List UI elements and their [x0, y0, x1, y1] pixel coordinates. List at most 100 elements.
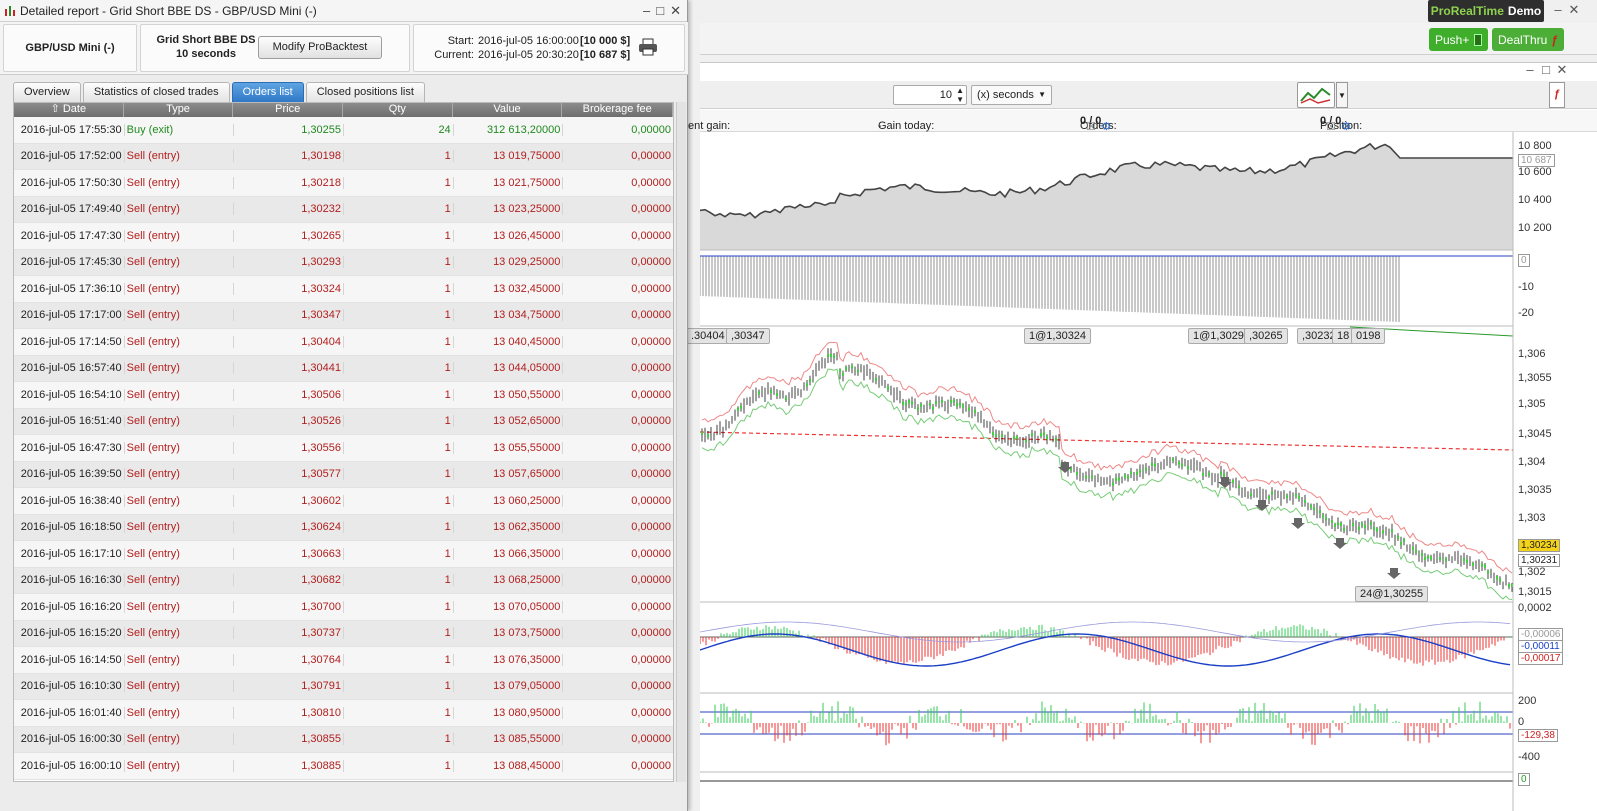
column-header-qty[interactable]: Qty — [343, 103, 453, 117]
candle-body — [1466, 560, 1468, 563]
chart-close-icon[interactable]: ✕ — [1555, 63, 1569, 77]
candle-body — [1403, 538, 1405, 542]
order-label-chip[interactable]: 1@1,30324 — [1024, 328, 1092, 344]
table-row[interactable]: 2016-jul-05 16:18:50 Sell (entry) 1,30624 1… — [14, 514, 673, 541]
candle-body — [1481, 563, 1483, 567]
table-row[interactable]: 2016-jul-05 16:00:30 Sell (entry) 1,30855 1… — [14, 726, 673, 753]
table-row[interactable]: 2016-jul-05 17:17:00 Sell (entry) 1,30347 1… — [14, 302, 673, 329]
order-label-chip[interactable]: .30404 — [686, 328, 730, 344]
report-header: GBP/USD Mini (-) Grid Short BBE DS 10 se… — [0, 22, 688, 75]
cell-qty: 24 — [343, 123, 453, 136]
table-row[interactable]: 2016-jul-05 16:57:40 Sell (entry) 1,30441 1… — [14, 355, 673, 382]
table-row[interactable]: 2016-jul-05 17:50:30 Sell (entry) 1,30218 1… — [14, 170, 673, 197]
stepper-arrows-icon[interactable]: ▲ ▼ — [956, 86, 964, 104]
candle-body — [1220, 471, 1222, 475]
column-header-price[interactable]: Price — [233, 103, 344, 117]
indicators-dropdown-icon[interactable]: ▼ — [1336, 82, 1348, 108]
table-row[interactable]: 2016-jul-05 16:54:10 Sell (entry) 1,30506 1… — [14, 382, 673, 409]
tab-orders-list[interactable]: Orders list — [231, 82, 304, 102]
column-header-value[interactable]: Value — [453, 103, 563, 117]
candle-body — [830, 353, 832, 357]
candle-body — [1352, 523, 1354, 527]
tab-overview[interactable]: Overview — [13, 82, 81, 102]
table-row[interactable]: 2016-jul-05 16:16:30 Sell (entry) 1,30682 1… — [14, 567, 673, 594]
push-button[interactable]: Push+ — [1429, 28, 1489, 51]
candle-body — [1016, 436, 1018, 440]
tab-statistics-closed-trades[interactable]: Statistics of closed trades — [82, 82, 230, 102]
print-icon[interactable] — [638, 38, 658, 56]
table-row[interactable]: 2016-jul-05 17:45:30 Sell (entry) 1,30293 1… — [14, 249, 673, 276]
indicators-button[interactable] — [1297, 82, 1335, 108]
period-stepper[interactable]: 10 ▲ ▼ — [893, 85, 967, 105]
table-row[interactable]: 2016-jul-05 17:36:10 Sell (entry) 1,30324 1… — [14, 276, 673, 303]
cell-qty: 1 — [343, 388, 453, 401]
order-label-chip[interactable]: ,30265 — [1244, 328, 1288, 344]
table-row[interactable]: 2016-jul-05 16:51:40 Sell (entry) 1,30526 1… — [14, 408, 673, 435]
report-titlebar[interactable]: Detailed report - Grid Short BBE DS - GB… — [0, 0, 687, 22]
table-row[interactable]: 2016-jul-05 17:47:30 Sell (entry) 1,30265 1… — [14, 223, 673, 250]
table-row[interactable]: 2016-jul-05 17:52:00 Sell (entry) 1,30198 1… — [14, 143, 673, 170]
cell-date: 2016-jul-05 16:57:40 — [20, 362, 122, 375]
candle-body — [1325, 517, 1327, 521]
candle-body — [887, 386, 889, 390]
table-row[interactable]: 2016-jul-05 17:49:40 Sell (entry) 1,30232 1… — [14, 196, 673, 223]
cell-value: 13 055,55000 — [452, 441, 563, 454]
modify-probacktest-button[interactable]: Modify ProBacktest — [258, 36, 382, 59]
tab-closed-positions-list[interactable]: Closed positions list — [305, 82, 425, 102]
close-icon[interactable]: ✕ — [1567, 3, 1581, 17]
chart-minimize-icon[interactable]: – — [1523, 63, 1537, 77]
table-row[interactable]: 2016-jul-05 17:55:30 Buy (exit) 1,30255 24 3… — [14, 117, 673, 144]
table-row[interactable]: 2016-jul-05 16:38:40 Sell (entry) 1,30602 1… — [14, 488, 673, 515]
period-box: Start: 2016-jul-05 16:00:00 [10 000 $] C… — [413, 24, 685, 72]
order-label-chip[interactable]: 24@1,30255 — [1355, 586, 1429, 602]
cell-date: 2016-jul-05 17:50:30 — [20, 176, 122, 189]
cell-price: 1,30198 — [233, 150, 343, 163]
candle-body — [920, 403, 922, 407]
period-unit-value: (x) seconds — [977, 89, 1034, 101]
report-maximize-icon[interactable]: □ — [656, 3, 664, 19]
orders-table: ⇧ Date Type Price Qty Value Brokerage fe… — [13, 102, 674, 782]
cell-type: Sell (entry) — [123, 150, 234, 163]
candle-body — [1076, 471, 1078, 475]
order-label-chip[interactable]: ,30347 — [726, 328, 770, 344]
column-header-type[interactable]: Type — [124, 103, 234, 117]
table-row[interactable]: 2016-jul-05 17:14:50 Sell (entry) 1,30404 1… — [14, 329, 673, 356]
dealthru-side-icon[interactable]: ƒ — [1549, 82, 1565, 108]
column-header-date[interactable]: ⇧ Date — [14, 103, 124, 117]
table-row[interactable]: 2016-jul-05 16:01:40 Sell (entry) 1,30810 1… — [14, 700, 673, 727]
indicators-icon — [1300, 87, 1331, 104]
column-header-brokerage-fee[interactable]: Brokerage fee — [562, 103, 673, 117]
table-row[interactable]: 2016-jul-05 16:00:10 Sell (entry) 1,30885 1… — [14, 753, 673, 780]
instrument-box: GBP/USD Mini (-) — [3, 24, 137, 72]
candle-body — [1085, 475, 1087, 479]
cci-axis-label: -129,38 — [1518, 729, 1558, 742]
candle-body — [740, 405, 742, 409]
table-row[interactable]: 2016-jul-05 16:39:50 Sell (entry) 1,30577 1… — [14, 461, 673, 488]
candle-body — [1343, 527, 1345, 531]
dealthru-button[interactable]: DealThru ƒ — [1492, 28, 1565, 51]
table-row[interactable]: 2016-jul-05 16:16:20 Sell (entry) 1,30700 1… — [14, 594, 673, 621]
table-row[interactable]: 2016-jul-05 16:47:30 Sell (entry) 1,30556 1… — [14, 435, 673, 462]
sort-up-icon: ⇧ — [50, 103, 60, 115]
chart-maximize-icon[interactable]: □ — [1539, 63, 1553, 77]
period-unit-select[interactable]: (x) seconds ▼ — [971, 85, 1052, 105]
table-row[interactable]: 2016-jul-05 16:14:50 Sell (entry) 1,30764 1… — [14, 647, 673, 674]
candle-body — [1313, 507, 1315, 511]
cell-date: 2016-jul-05 17:17:00 — [20, 309, 122, 322]
cci-axis-label: 0 — [1518, 716, 1525, 728]
minimize-icon[interactable]: – — [1551, 3, 1565, 17]
price-chart[interactable] — [700, 132, 1597, 811]
cell-value: 13 023,25000 — [452, 203, 563, 216]
table-row[interactable]: 2016-jul-05 16:17:10 Sell (entry) 1,30663 1… — [14, 541, 673, 568]
candle-body — [1181, 463, 1183, 467]
report-minimize-icon[interactable]: – — [643, 3, 650, 19]
table-row[interactable]: 2016-jul-05 16:15:20 Sell (entry) 1,30737 1… — [14, 620, 673, 647]
cell-type: Buy (exit) — [123, 123, 234, 136]
table-row[interactable]: 2016-jul-05 16:10:30 Sell (entry) 1,30791 1… — [14, 673, 673, 700]
candle-body — [1040, 433, 1042, 437]
table-scrollbar[interactable] — [676, 102, 686, 782]
order-label-chip[interactable]: 0198 — [1351, 328, 1386, 344]
cell-qty: 1 — [343, 203, 453, 216]
report-close-icon[interactable]: ✕ — [670, 3, 681, 19]
position-axis-label: 0 — [1518, 254, 1530, 267]
